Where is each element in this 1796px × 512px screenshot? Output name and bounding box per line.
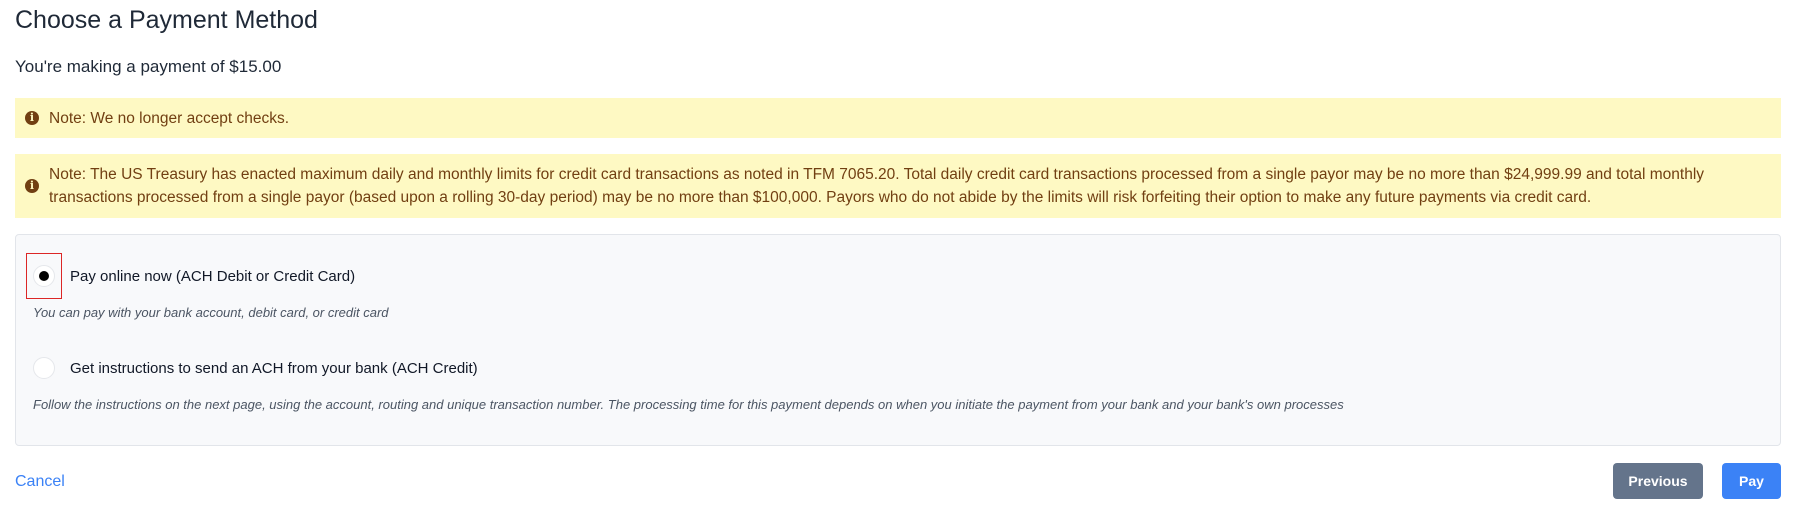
credit-card-limits-alert: i Note: The US Treasury has enacted maxi… [15,154,1781,218]
previous-button[interactable]: Previous [1613,463,1703,499]
alert-text: Note: The US Treasury has enacted maximu… [49,166,1705,206]
option-label[interactable]: Pay online now (ACH Debit or Credit Card… [70,268,355,285]
radio-button[interactable] [33,357,55,379]
payment-method-page: Choose a Payment Method You're making a … [0,0,1796,512]
radio-button[interactable] [33,265,55,287]
pay-button[interactable]: Pay [1722,463,1781,499]
payment-options-card: Pay online now (ACH Debit or Credit Card… [15,234,1781,446]
alert-text: Note: We no longer accept checks. [49,109,290,127]
radio-selected-dot [39,271,49,281]
radio-pay-online[interactable] [26,253,62,299]
info-circle-icon: i [25,111,39,125]
cancel-link[interactable]: Cancel [15,473,65,491]
option-ach-credit[interactable]: Get instructions to send an ACH from you… [16,345,478,391]
option-help-text: You can pay with your bank account, debi… [33,305,389,320]
option-help-text: Follow the instructions on the next page… [33,397,1344,412]
no-checks-alert: i Note: We no longer accept checks. [15,98,1781,138]
page-title: Choose a Payment Method [15,6,318,34]
option-label[interactable]: Get instructions to send an ACH from you… [70,360,478,377]
option-pay-online[interactable]: Pay online now (ACH Debit or Credit Card… [16,253,355,299]
payment-amount-text: You're making a payment of $15.00 [15,57,282,76]
info-circle-icon: i [25,179,39,193]
radio-ach-credit[interactable] [26,345,62,391]
